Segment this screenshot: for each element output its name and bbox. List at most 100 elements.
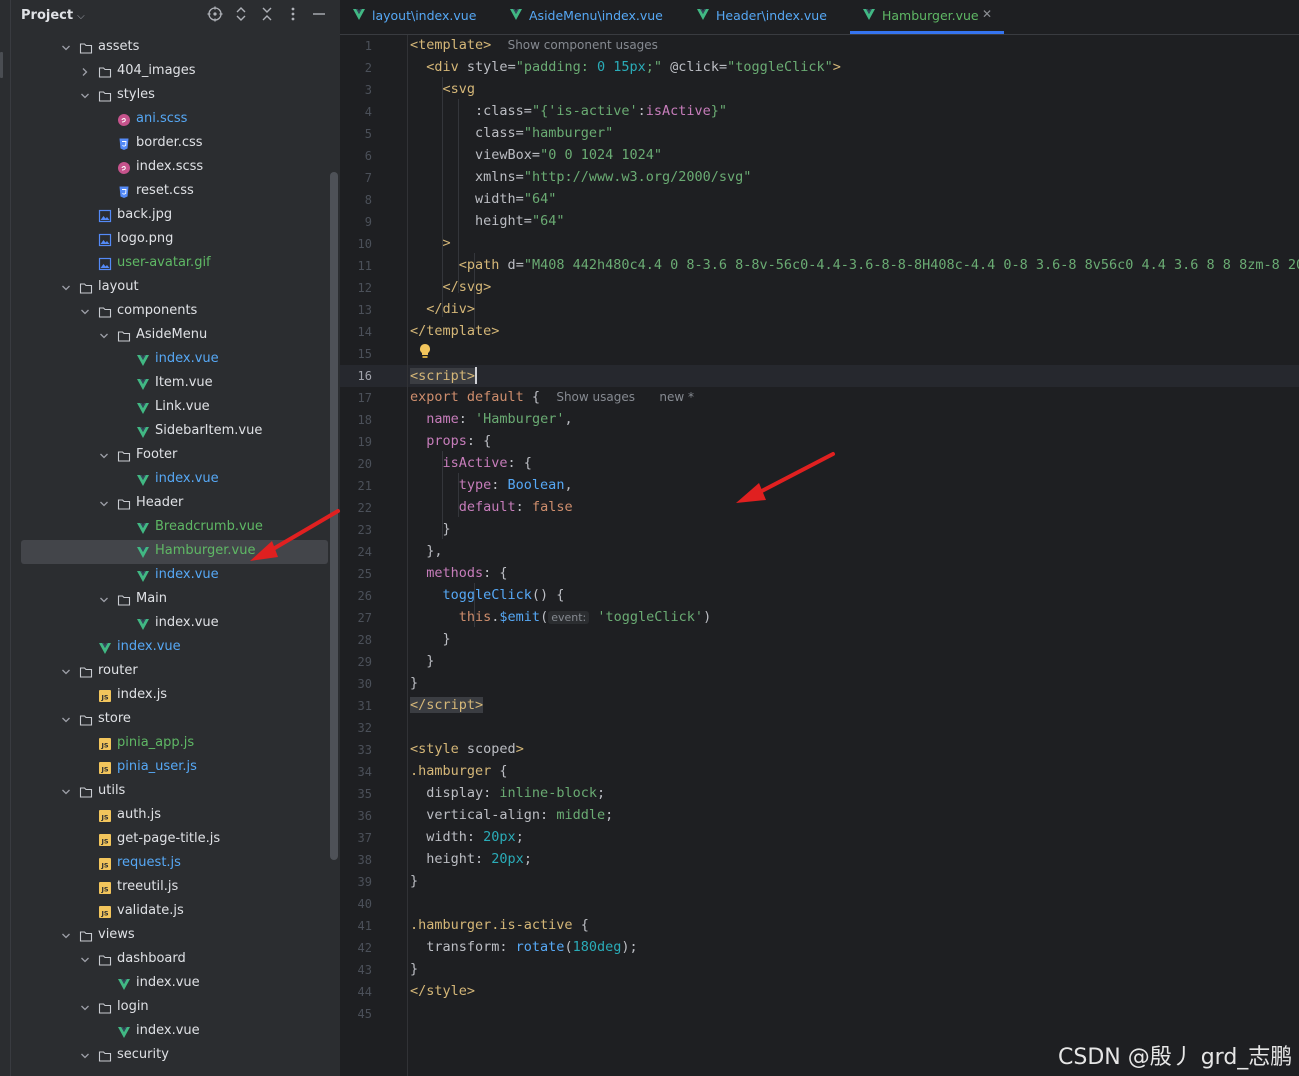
image-file-icon [98, 233, 112, 247]
tree-scrollbar[interactable] [330, 172, 338, 860]
code-token: ;" [645, 59, 663, 75]
tree-file[interactable]: JS pinia_app.js [10, 732, 328, 756]
line-number: 6 [364, 149, 372, 163]
chevron-down-icon[interactable] [60, 42, 72, 54]
tree-file[interactable]: index.vue [10, 972, 328, 996]
chevron-down-icon[interactable] [60, 930, 72, 942]
inlay-hint[interactable]: Show component usages [508, 38, 658, 52]
tree-folder-404_images[interactable]: 404_images [10, 60, 328, 84]
vue-file-icon [136, 545, 150, 559]
code-line: width: 20px; [410, 829, 524, 851]
tree-file[interactable]: JS index.js [10, 684, 328, 708]
vue-file-icon [862, 7, 875, 20]
line-number: 16 [357, 369, 372, 383]
tree-folder-styles[interactable]: styles [10, 84, 328, 108]
project-title-dropdown[interactable]: Project ⌵ [21, 8, 85, 23]
tree-folder-main[interactable]: Main [10, 588, 328, 612]
tree-file[interactable]: logo.png [10, 228, 328, 252]
tree-file[interactable]: Link.vue [10, 396, 328, 420]
chevron-down-icon[interactable] [79, 306, 91, 318]
chevron-down-icon[interactable] [60, 786, 72, 798]
inlay-hint[interactable]: Show usages [556, 390, 635, 404]
chevron-down-icon[interactable] [98, 330, 110, 342]
line-number: 42 [357, 941, 372, 955]
chevron-down-icon[interactable] [79, 954, 91, 966]
vue-file-icon [136, 377, 150, 391]
chevron-down-icon[interactable] [98, 498, 110, 510]
chevron-down-icon[interactable] [60, 714, 72, 726]
tree-item-label: reset.css [136, 183, 194, 198]
vue-file-icon [136, 425, 150, 439]
tree-folder-router[interactable]: router [10, 660, 328, 684]
tree-file[interactable]: Breadcrumb.vue [10, 516, 328, 540]
chevron-down-icon[interactable] [79, 1050, 91, 1062]
tree-file[interactable]: JS pinia_user.js [10, 756, 328, 780]
tree-file[interactable]: JS treeutil.js [10, 876, 328, 900]
chevron-down-icon[interactable] [60, 282, 72, 294]
tree-item-label: login [117, 999, 149, 1014]
chevron-down-glyph [81, 957, 89, 963]
inlay-hint[interactable]: new * [659, 390, 694, 404]
vue-file-icon [137, 475, 149, 486]
code-line: </template> [410, 323, 499, 345]
tree-item-label: border.css [136, 135, 203, 150]
tree-file[interactable]: back.jpg [10, 204, 328, 228]
tree-file[interactable]: reset.css [10, 180, 328, 204]
tree-file[interactable]: ani.scss [10, 108, 328, 132]
tree-folder-login[interactable]: login [10, 996, 328, 1020]
tree-file[interactable]: user-avatar.gif [10, 252, 328, 276]
tree-file[interactable]: Hamburger.vue [21, 540, 328, 564]
code-token: </ [410, 697, 427, 713]
tree-file[interactable]: index.vue [10, 636, 328, 660]
chevron-down-icon[interactable] [60, 666, 72, 678]
tree-file[interactable]: index.vue [10, 468, 328, 492]
tree-item-label: Item.vue [155, 375, 213, 390]
code-token: > [515, 741, 524, 757]
tree-folder-store[interactable]: store [10, 708, 328, 732]
svg-text:JS: JS [100, 838, 108, 846]
tree-file[interactable]: JS request.js [10, 852, 328, 876]
tree-file[interactable]: index.vue [10, 1020, 328, 1044]
tab-label: layout\index.vue [372, 8, 477, 23]
tree-file[interactable]: JS get-page-title.js [10, 828, 328, 852]
line-number: 33 [357, 743, 372, 757]
tree-folder-security[interactable]: security [10, 1044, 328, 1068]
chevron-right-icon[interactable] [79, 66, 91, 78]
vue-file-icon [137, 619, 149, 630]
tree-folder-utils[interactable]: utils [10, 780, 328, 804]
code-token: style [418, 741, 459, 757]
tree-folder-components[interactable]: components [10, 300, 328, 324]
tree-file[interactable]: border.css [10, 132, 328, 156]
tree-file[interactable]: index.vue [10, 612, 328, 636]
tree-item-label: ani.scss [136, 111, 188, 126]
tree-item-label: index.js [117, 687, 168, 702]
code-line: .hamburger { [410, 763, 508, 785]
tree-file[interactable]: index.vue [10, 564, 328, 588]
more-vertical-icon[interactable] [284, 6, 302, 24]
chevron-down-icon[interactable] [98, 594, 110, 606]
tree-file[interactable]: index.vue [10, 348, 328, 372]
tree-folder-header[interactable]: Header [10, 492, 328, 516]
expand-collapse-icon[interactable] [232, 6, 250, 24]
lightbulb-icon[interactable] [418, 343, 432, 359]
tree-folder-layout[interactable]: layout [10, 276, 328, 300]
chevron-down-icon[interactable] [98, 450, 110, 462]
tree-folder-assets[interactable]: assets [10, 36, 328, 60]
tree-file[interactable]: Item.vue [10, 372, 328, 396]
tree-file[interactable]: SidebarItem.vue [10, 420, 328, 444]
chevron-down-icon[interactable] [79, 90, 91, 102]
tree-folder-footer[interactable]: Footer [10, 444, 328, 468]
tree-folder-views[interactable]: views [10, 924, 328, 948]
chevron-down-icon[interactable] [79, 1002, 91, 1014]
collapse-all-icon[interactable] [258, 6, 276, 24]
target-icon[interactable] [206, 6, 224, 24]
tree-folder-dashboard[interactable]: dashboard [10, 948, 328, 972]
code-token: inline-block [499, 785, 597, 801]
minimize-icon[interactable] [310, 6, 328, 24]
code-token: "64" [523, 191, 557, 207]
tree-file[interactable]: JS auth.js [10, 804, 328, 828]
tree-file[interactable]: index.scss [10, 156, 328, 180]
tree-folder-asidemenu[interactable]: AsideMenu [10, 324, 328, 348]
close-icon[interactable]: ✕ [982, 7, 992, 21]
tree-file[interactable]: JS validate.js [10, 900, 328, 924]
